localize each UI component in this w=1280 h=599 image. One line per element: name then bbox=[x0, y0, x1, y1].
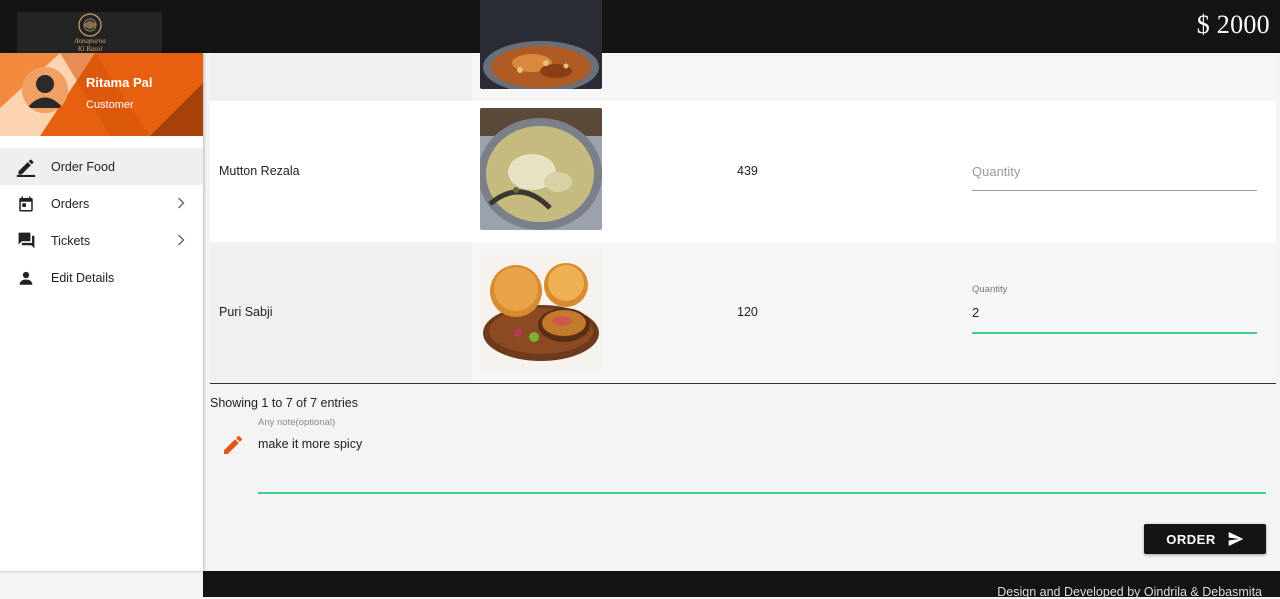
food-image bbox=[480, 108, 602, 230]
table-divider bbox=[210, 383, 1276, 384]
sidebar-menu: Order Food Orders Tickets Edit Details bbox=[0, 148, 203, 296]
table-row: Mutton Rezala 439 bbox=[210, 101, 1276, 242]
food-image bbox=[480, 249, 602, 371]
note-label: Any note(optional) bbox=[258, 417, 336, 428]
order-food-panel: Mutton Rezala 439 Puri Sabji bbox=[210, 0, 1276, 571]
quantity-label: Quantity bbox=[972, 284, 1008, 295]
quantity-field: Quantity bbox=[972, 284, 1257, 334]
chevron-right-icon bbox=[178, 234, 185, 246]
calendar-icon bbox=[16, 194, 36, 214]
sidebar-item-label: Order Food bbox=[51, 159, 115, 174]
chevron-right-icon bbox=[178, 197, 185, 209]
note-input[interactable] bbox=[258, 437, 1266, 451]
order-button-label: ORDER bbox=[1166, 531, 1216, 547]
food-name: Mutton Rezala bbox=[219, 164, 300, 178]
quantity-input[interactable] bbox=[972, 164, 1257, 179]
sidebar-item-tickets[interactable]: Tickets bbox=[0, 222, 203, 259]
quantity-underline bbox=[972, 190, 1257, 191]
entries-info: Showing 1 to 7 of 7 entries bbox=[210, 396, 359, 410]
person-icon bbox=[16, 268, 36, 288]
logo-emblem-icon: Annapurna Ki Rasoi bbox=[73, 13, 106, 53]
send-icon bbox=[1228, 532, 1244, 546]
table-row: Puri Sabji 120 Quantity bbox=[210, 242, 1276, 383]
avatar-person-icon bbox=[22, 67, 68, 113]
quantity-underline-active bbox=[972, 332, 1257, 334]
sidebar-item-edit-details[interactable]: Edit Details bbox=[0, 259, 203, 296]
brand-logo[interactable]: Annapurna Ki Rasoi bbox=[17, 12, 162, 53]
svg-text:Ki Rasoi: Ki Rasoi bbox=[77, 45, 102, 53]
footer: Design and Developed by Oindrila & Debas… bbox=[203, 571, 1280, 599]
sidebar-item-label: Orders bbox=[51, 196, 90, 211]
order-button[interactable]: ORDER bbox=[1144, 524, 1266, 554]
chat-icon bbox=[16, 231, 36, 251]
sidebar-item-label: Edit Details bbox=[51, 270, 115, 285]
food-name: Puri Sabji bbox=[219, 305, 273, 319]
pencil-icon bbox=[16, 157, 36, 177]
food-price: 120 bbox=[737, 305, 758, 319]
top-bar: Annapurna Ki Rasoi $ 2000 bbox=[0, 0, 1280, 53]
user-role: Customer bbox=[86, 99, 134, 111]
food-image bbox=[480, 0, 602, 89]
svg-text:Annapurna: Annapurna bbox=[73, 37, 106, 45]
edit-icon bbox=[224, 435, 243, 454]
user-name: Ritama Pal bbox=[86, 75, 153, 90]
profile-card: Ritama Pal Customer bbox=[0, 53, 203, 136]
quantity-field bbox=[972, 163, 1257, 191]
quantity-input[interactable] bbox=[972, 305, 1257, 320]
table-row bbox=[210, 0, 1276, 101]
wallet-balance: $ 2000 bbox=[1196, 10, 1270, 39]
sidebar-item-orders[interactable]: Orders bbox=[0, 185, 203, 222]
sidebar: Ritama Pal Customer Order Food Orders Ti… bbox=[0, 53, 203, 571]
avatar bbox=[22, 67, 68, 113]
sidebar-item-label: Tickets bbox=[51, 233, 91, 248]
food-price: 439 bbox=[737, 164, 758, 178]
sidebar-item-order-food[interactable]: Order Food bbox=[0, 148, 203, 185]
note-underline-active bbox=[258, 492, 1266, 494]
name-cell bbox=[210, 53, 472, 101]
